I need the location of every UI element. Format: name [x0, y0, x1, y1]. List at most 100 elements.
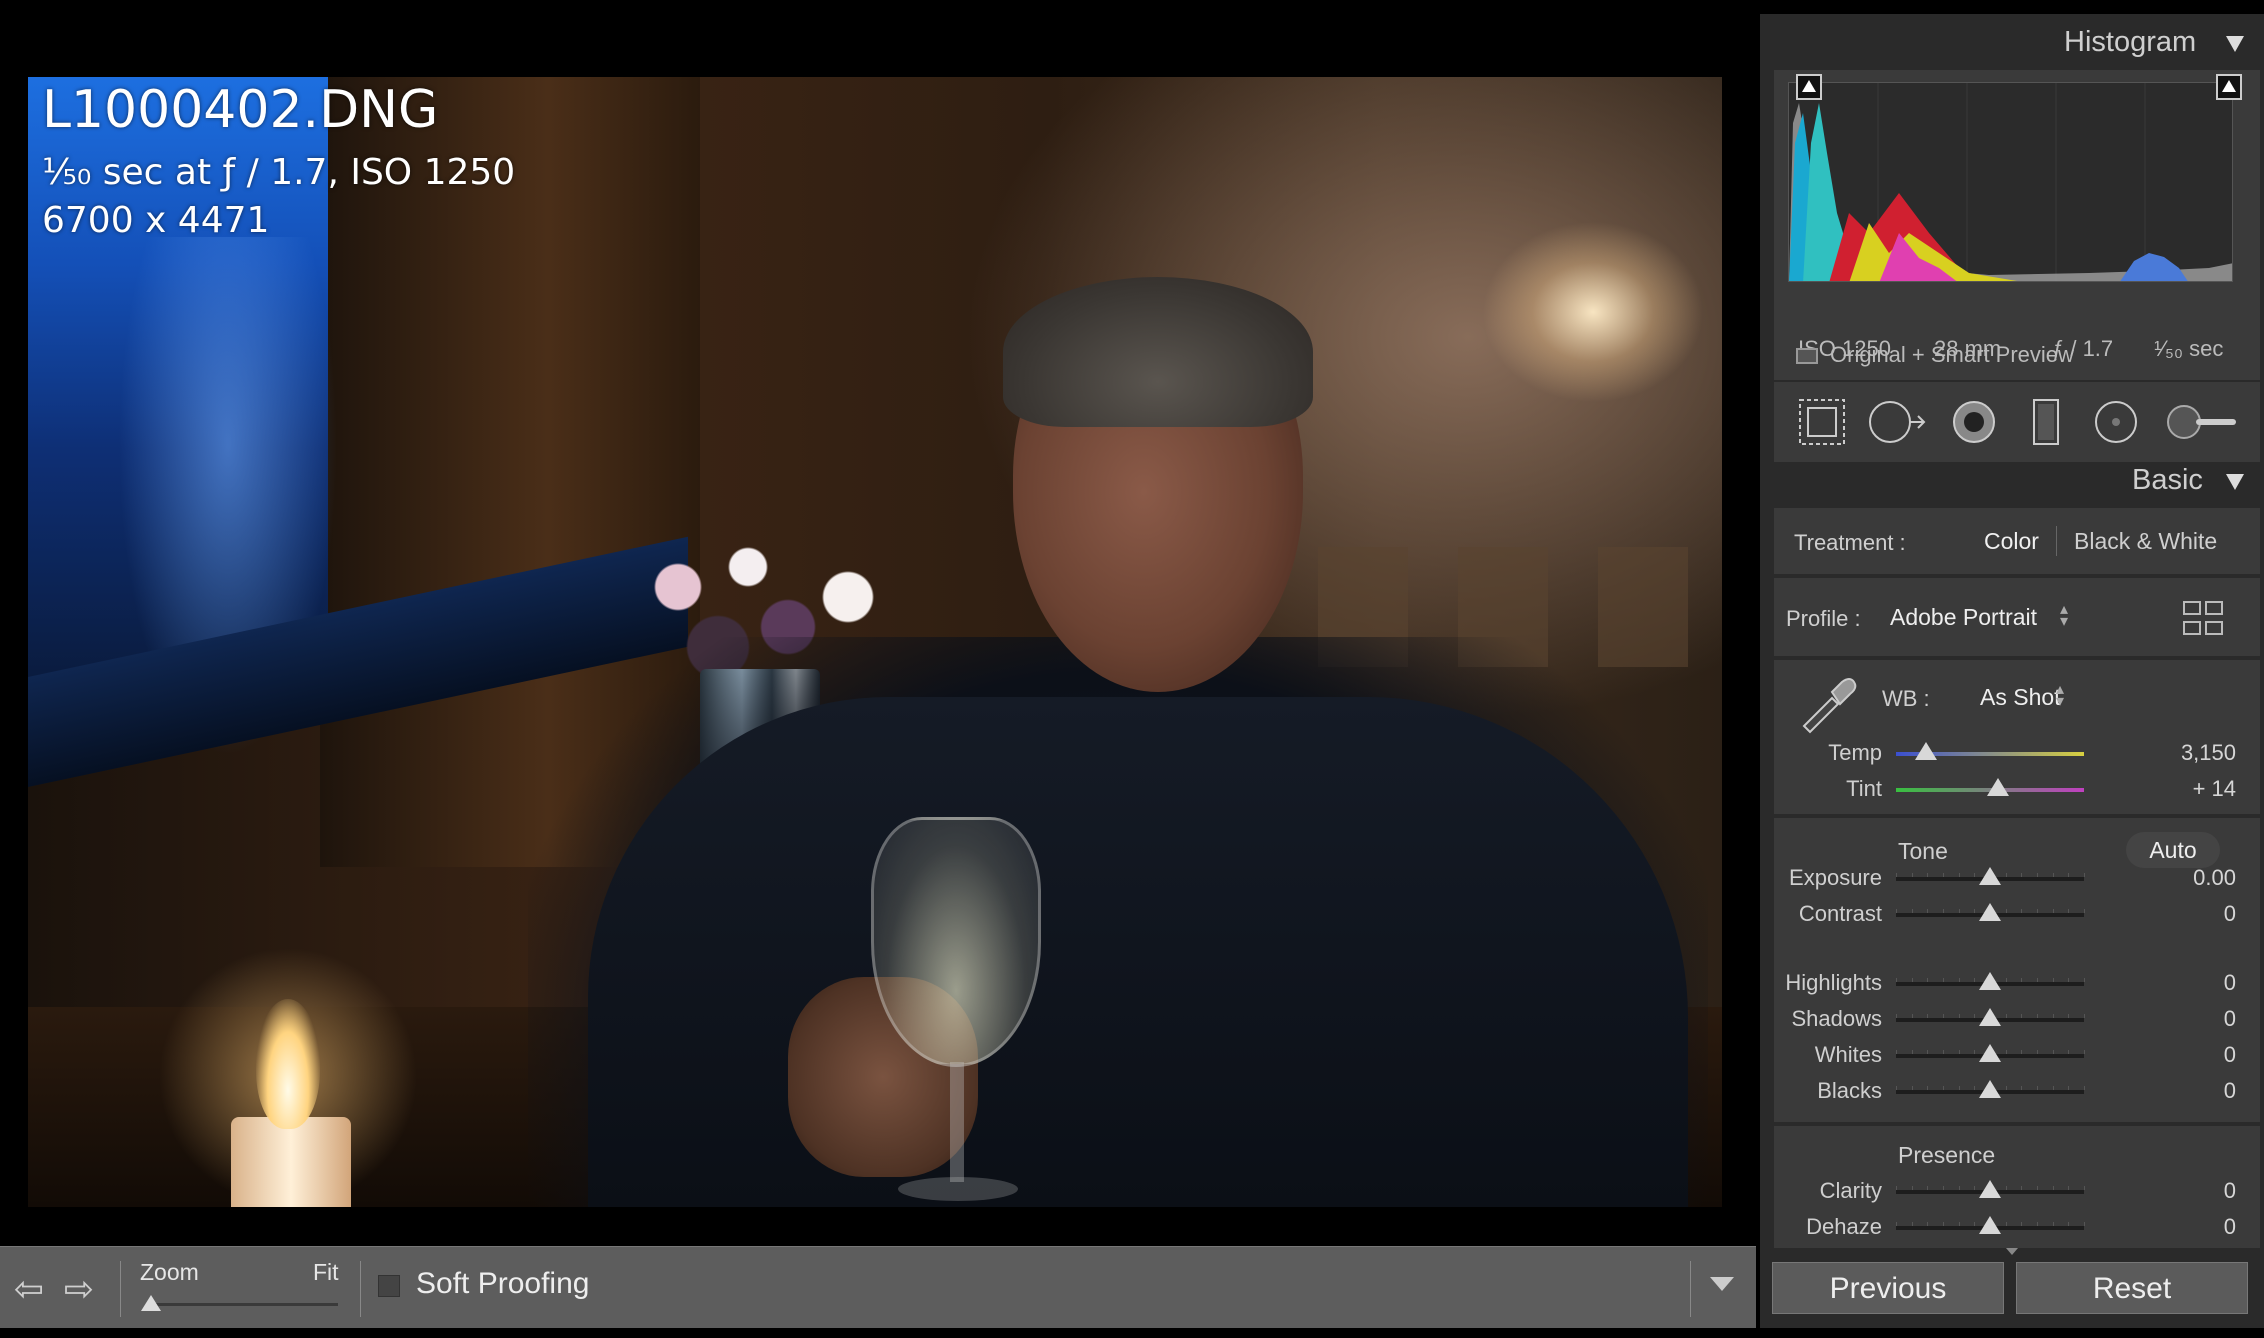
whites-value[interactable]: 0 [2146, 1042, 2236, 1068]
histogram-title[interactable]: Histogram [2064, 26, 2196, 59]
slider-tick [2037, 1014, 2038, 1018]
wb-dropdown[interactable]: As Shot [1980, 684, 2061, 711]
slider-tick [2068, 1050, 2069, 1054]
photo-person-torso [588, 697, 1688, 1207]
slider-tick [2006, 1014, 2007, 1018]
soft-proofing-checkbox[interactable] [378, 1275, 400, 1297]
slider-tick [2021, 873, 2022, 877]
slider-tick [2037, 909, 2038, 913]
slider-tick [1959, 1050, 1960, 1054]
histogram-graph[interactable] [1788, 82, 2233, 282]
treatment-bw-button[interactable]: Black & White [2074, 528, 2217, 555]
slider-tick [1927, 1086, 1928, 1090]
radial-filter-icon[interactable] [2088, 394, 2144, 450]
whites-label: Whites [1814, 1042, 1882, 1067]
highlights-label: Highlights [1785, 970, 1882, 995]
histogram-pane: ISO 1250 28 mm ƒ / 1.7 ¹⁄₅₀ sec Original… [1774, 70, 2260, 380]
treatment-color-button[interactable]: Color [1984, 528, 2039, 555]
info-exposure: ¹⁄₅₀ sec at ƒ / 1.7, ISO 1250 [42, 152, 516, 193]
slider-tick [2084, 1050, 2085, 1054]
slider-tick [2037, 978, 2038, 982]
develop-right-panel: Histogram ISO 1250 28 mm ƒ / 1.7 ¹⁄₅₀ se… [1760, 14, 2264, 1328]
treatment-label: Treatment : [1794, 530, 1906, 555]
highlights-value[interactable]: 0 [2146, 970, 2236, 996]
blacks-slider-knob[interactable] [1979, 1080, 2001, 1098]
slider-tick [1927, 873, 1928, 877]
slider-tick [1896, 909, 1897, 913]
slider-tick [1959, 1186, 1960, 1190]
dehaze-slider-knob[interactable] [1979, 1216, 2001, 1234]
wb-dropdown-chevron-icon[interactable]: ▴ ▾ [2056, 682, 2064, 710]
reset-button[interactable]: Reset [2016, 1262, 2248, 1314]
profile-browser-grid-icon[interactable] [2182, 600, 2226, 638]
slider-tick [2053, 1222, 2054, 1226]
profile-dropdown-chevron-icon[interactable]: ▴ ▾ [2060, 602, 2068, 630]
soft-proofing-label[interactable]: Soft Proofing [416, 1267, 589, 1301]
temp-value[interactable]: 3,150 [2146, 740, 2236, 766]
slider-tick [1974, 1086, 1975, 1090]
slider-tick [2053, 873, 2054, 877]
dehaze-value[interactable]: 0 [2146, 1214, 2236, 1240]
slider-tick [1943, 1222, 1944, 1226]
exposure-slider-knob[interactable] [1979, 867, 2001, 885]
whites-slider-knob[interactable] [1979, 1044, 2001, 1062]
profile-label: Profile : [1786, 606, 1861, 631]
histogram-collapse-icon[interactable] [2226, 36, 2244, 52]
slider-tick [1959, 978, 1960, 982]
crop-overlay-icon[interactable] [1794, 394, 1850, 450]
shadow-clipping-toggle-icon[interactable] [1796, 74, 1822, 100]
treatment-row: Treatment : Color Black & White [1774, 508, 2260, 574]
contrast-value[interactable]: 0 [2146, 901, 2236, 927]
previous-settings-button[interactable]: Previous [1772, 1262, 2004, 1314]
blacks-value[interactable]: 0 [2146, 1078, 2236, 1104]
tint-value[interactable]: + 14 [2146, 776, 2236, 802]
zoom-slider-track[interactable] [148, 1303, 338, 1306]
tint-slider-knob[interactable] [1986, 778, 2009, 796]
temp-slider-knob[interactable] [1915, 742, 1938, 760]
slider-tick [2084, 978, 2085, 982]
slider-tick [1912, 1186, 1913, 1190]
profile-dropdown[interactable]: Adobe Portrait [1890, 604, 2037, 631]
slider-tick [1959, 1222, 1960, 1226]
treatment-divider [2056, 526, 2057, 556]
adjustment-brush-icon[interactable] [2162, 394, 2242, 450]
clarity-slider-knob[interactable] [1979, 1180, 2001, 1198]
clarity-value[interactable]: 0 [2146, 1178, 2236, 1204]
tone-auto-button[interactable]: Auto [2126, 832, 2220, 868]
slider-tick [1943, 909, 1944, 913]
slider-tick [1974, 1014, 1975, 1018]
slider-tick [1927, 1050, 1928, 1054]
preview-status[interactable]: Original + Smart Preview [1830, 342, 2074, 368]
previous-photo-arrow-icon[interactable]: ⇦ [6, 1269, 52, 1309]
basic-panel-collapse-icon[interactable] [2226, 474, 2244, 490]
basic-panel-title[interactable]: Basic [2132, 464, 2203, 497]
contrast-slider-knob[interactable] [1979, 903, 2001, 921]
slider-tick [1896, 1222, 1897, 1226]
highlight-clipping-toggle-icon[interactable] [2216, 74, 2242, 100]
toolbar-divider [360, 1261, 361, 1317]
red-eye-icon[interactable] [1946, 394, 2002, 450]
white-balance-eyedropper-icon[interactable] [1792, 668, 1858, 734]
shadows-value[interactable]: 0 [2146, 1006, 2236, 1032]
photo-image[interactable] [28, 77, 1722, 1207]
slider-tick [2068, 1186, 2069, 1190]
zoom-label: Zoom [140, 1259, 199, 1285]
next-photo-arrow-icon[interactable]: ⇨ [56, 1269, 102, 1309]
exposure-value[interactable]: 0.00 [2146, 865, 2236, 891]
slider-tick [2006, 909, 2007, 913]
shadows-slider-knob[interactable] [1979, 1008, 2001, 1026]
toolbar-options-chevron-down-icon[interactable] [1710, 1277, 1734, 1291]
slider-tick [2084, 1086, 2085, 1090]
photo-viewer: L1000402.DNG ¹⁄₅₀ sec at ƒ / 1.7, ISO 12… [0, 14, 1756, 1246]
zoom-slider-knob[interactable] [141, 1295, 161, 1311]
spot-removal-icon[interactable] [1866, 394, 1930, 450]
photo-person-hair [1003, 277, 1313, 427]
photo-glass-foot [898, 1177, 1018, 1201]
photo-wine-glass [871, 817, 1041, 1067]
slider-tick [1943, 978, 1944, 982]
highlights-slider-knob[interactable] [1979, 972, 2001, 990]
bottom-toolbar: ⇦ ⇨ Zoom Fit Soft Proofing [0, 1246, 1756, 1328]
graduated-filter-icon[interactable] [2018, 394, 2074, 450]
slider-tick [2006, 1186, 2007, 1190]
photo-glass-stem [950, 1062, 964, 1182]
